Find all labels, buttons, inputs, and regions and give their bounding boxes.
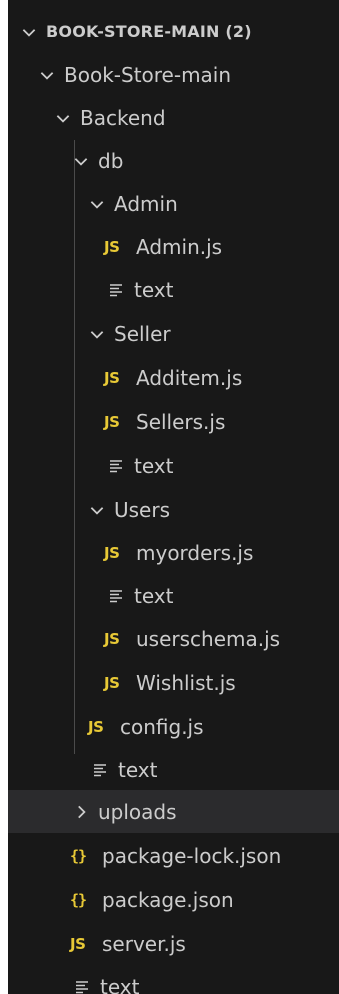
javascript-file-icon: JS	[88, 717, 104, 736]
tree-file-package-lock-json[interactable]: {} package-lock.json	[8, 834, 339, 877]
json-file-icon: {}	[70, 890, 87, 909]
chevron-down-icon	[72, 152, 90, 170]
tree-folder-admin[interactable]: Admin	[8, 182, 339, 225]
tree-file-myorders-js[interactable]: JS myorders.js	[8, 531, 339, 574]
tree-item-label: package.json	[102, 887, 234, 912]
javascript-file-icon: JS	[104, 543, 120, 562]
javascript-file-icon: JS	[104, 412, 120, 431]
chevron-down-icon	[88, 195, 106, 213]
tree-item-label: text	[134, 453, 174, 478]
tree-item-label: text	[118, 757, 158, 782]
tree-file-text[interactable]: text	[8, 965, 339, 994]
chevron-down-icon	[54, 109, 72, 127]
text-file-icon	[74, 979, 92, 994]
text-file-icon	[108, 588, 126, 604]
tree-file-text[interactable]: text	[8, 444, 339, 487]
tree-file-userschema-js[interactable]: JS userschema.js	[8, 617, 339, 660]
tree-item-label: Users	[114, 497, 171, 522]
json-file-icon: {}	[70, 846, 87, 865]
javascript-file-icon: JS	[104, 368, 120, 387]
tree-folder-book-store-main[interactable]: Book-Store-main	[8, 53, 339, 96]
tree-item-label: server.js	[102, 931, 186, 956]
javascript-file-icon: JS	[104, 237, 120, 256]
tree-file-text[interactable]: text	[8, 574, 339, 617]
chevron-down-icon	[38, 66, 56, 84]
tree-item-label: Seller	[114, 321, 171, 346]
javascript-file-icon: JS	[104, 629, 120, 648]
tree-file-text[interactable]: text	[8, 748, 339, 791]
tree-item-label: text	[100, 974, 140, 994]
javascript-file-icon: JS	[70, 934, 86, 953]
chevron-down-icon	[88, 501, 106, 519]
tree-file-additem-js[interactable]: JS Additem.js	[8, 356, 339, 399]
chevron-right-icon	[72, 803, 90, 821]
text-file-icon	[92, 762, 110, 778]
tree-item-label: Backend	[80, 105, 166, 130]
explorer-root-label: BOOK-STORE-MAIN (2)	[46, 21, 252, 41]
tree-item-label: text	[134, 277, 174, 302]
tree-file-wishlist-js[interactable]: JS Wishlist.js	[8, 661, 339, 704]
text-file-icon	[108, 458, 126, 474]
tree-item-label: uploads	[98, 799, 177, 824]
tree-file-server-js[interactable]: JS server.js	[8, 922, 339, 965]
chevron-down-icon	[88, 325, 106, 343]
javascript-file-icon: JS	[104, 673, 120, 692]
tree-item-label: package-lock.json	[102, 843, 282, 868]
tree-item-label: userschema.js	[136, 626, 281, 651]
tree-folder-db[interactable]: db	[8, 139, 339, 182]
tree-item-label: Sellers.js	[136, 409, 226, 434]
text-file-icon	[108, 282, 126, 298]
chevron-down-icon	[20, 23, 38, 41]
tree-item-label: text	[134, 583, 174, 608]
tree-file-admin-js[interactable]: JS Admin.js	[8, 225, 339, 268]
file-explorer: BOOK-STORE-MAIN (2) Book-Store-main Back…	[8, 0, 339, 994]
tree-file-config-js[interactable]: JS config.js	[8, 705, 339, 748]
tree-folder-backend[interactable]: Backend	[8, 96, 339, 139]
tree-item-label: Admin.js	[136, 234, 223, 259]
tree-item-label: config.js	[120, 714, 204, 739]
tree-file-sellers-js[interactable]: JS Sellers.js	[8, 400, 339, 443]
tree-folder-uploads[interactable]: uploads	[8, 790, 339, 833]
tree-item-label: Additem.js	[136, 365, 243, 390]
tree-folder-users[interactable]: Users	[8, 488, 339, 531]
tree-item-label: Book-Store-main	[64, 62, 232, 87]
tree-folder-seller[interactable]: Seller	[8, 312, 339, 355]
tree-item-label: db	[98, 148, 124, 173]
tree-item-label: Admin	[114, 191, 178, 216]
tree-file-package-json[interactable]: {} package.json	[8, 878, 339, 921]
explorer-root-folder[interactable]: BOOK-STORE-MAIN (2)	[8, 10, 339, 53]
tree-item-label: Wishlist.js	[136, 670, 236, 695]
tree-file-text[interactable]: text	[8, 268, 339, 311]
tree-item-label: myorders.js	[136, 540, 254, 565]
